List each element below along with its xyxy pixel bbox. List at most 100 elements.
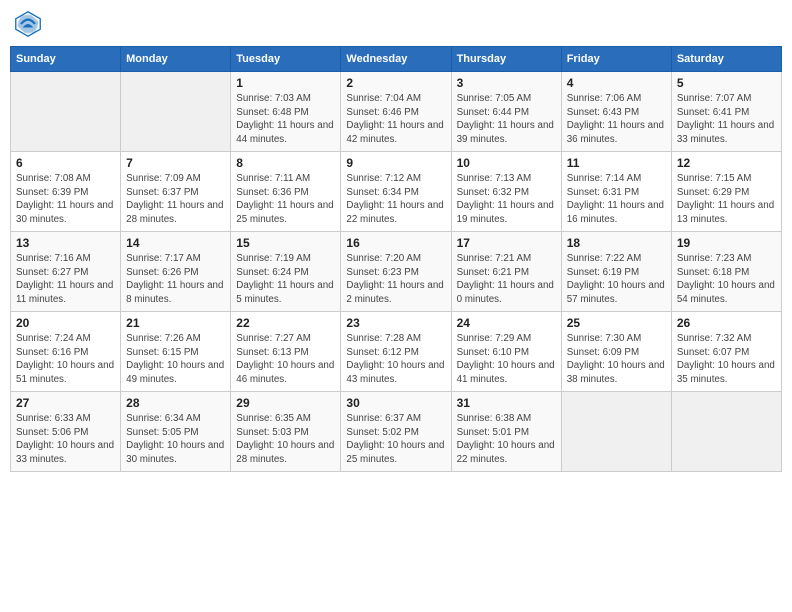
day-info: Sunrise: 7:14 AM Sunset: 6:31 PM Dayligh…	[567, 172, 666, 227]
calendar-cell: 24 Sunrise: 7:29 AM Sunset: 6:10 PM Dayli…	[451, 312, 561, 392]
calendar-cell: 17 Sunrise: 7:21 AM Sunset: 6:21 PM Dayli…	[451, 232, 561, 312]
day-info: Sunrise: 7:24 AM Sunset: 6:16 PM Dayligh…	[16, 332, 115, 387]
week-row-3: 13 Sunrise: 7:16 AM Sunset: 6:27 PM Dayli…	[11, 232, 782, 312]
day-number: 22	[236, 316, 335, 330]
day-number: 18	[567, 236, 666, 250]
day-number: 24	[457, 316, 556, 330]
day-info: Sunrise: 7:03 AM Sunset: 6:48 PM Dayligh…	[236, 92, 335, 147]
calendar-cell: 16 Sunrise: 7:20 AM Sunset: 6:23 PM Dayli…	[341, 232, 451, 312]
day-info: Sunrise: 7:27 AM Sunset: 6:13 PM Dayligh…	[236, 332, 335, 387]
calendar-cell: 23Sunrise: 7:28 AM Sunset: 6:12 PM Dayli…	[341, 312, 451, 392]
col-header-sunday: Sunday	[11, 47, 121, 72]
day-info: Sunrise: 6:34 AM Sunset: 5:05 PM Dayligh…	[126, 412, 225, 467]
col-header-wednesday: Wednesday	[341, 47, 451, 72]
calendar-cell: 25 Sunrise: 7:30 AM Sunset: 6:09 PM Dayli…	[561, 312, 671, 392]
day-number: 10	[457, 156, 556, 170]
day-info: Sunrise: 7:22 AM Sunset: 6:19 PM Dayligh…	[567, 252, 666, 307]
day-number: 16	[346, 236, 445, 250]
day-info: Sunrise: 7:17 AM Sunset: 6:26 PM Dayligh…	[126, 252, 225, 307]
calendar-cell: 1Sunrise: 7:03 AM Sunset: 6:48 PM Daylig…	[231, 72, 341, 152]
calendar-cell: 9Sunrise: 7:12 AM Sunset: 6:34 PM Daylig…	[341, 152, 451, 232]
day-info: Sunrise: 7:20 AM Sunset: 6:23 PM Dayligh…	[346, 252, 445, 307]
calendar-cell	[561, 392, 671, 472]
day-info: Sunrise: 6:33 AM Sunset: 5:06 PM Dayligh…	[16, 412, 115, 467]
day-number: 23	[346, 316, 445, 330]
calendar-cell: 12 Sunrise: 7:15 AM Sunset: 6:29 PM Dayli…	[671, 152, 781, 232]
calendar-cell: 8 Sunrise: 7:11 AM Sunset: 6:36 PM Daylig…	[231, 152, 341, 232]
calendar-cell: 27 Sunrise: 6:33 AM Sunset: 5:06 PM Dayli…	[11, 392, 121, 472]
day-number: 6	[16, 156, 115, 170]
calendar-cell: 18 Sunrise: 7:22 AM Sunset: 6:19 PM Dayli…	[561, 232, 671, 312]
day-number: 25	[567, 316, 666, 330]
week-row-5: 27 Sunrise: 6:33 AM Sunset: 5:06 PM Dayli…	[11, 392, 782, 472]
day-number: 12	[677, 156, 776, 170]
calendar-cell: 28 Sunrise: 6:34 AM Sunset: 5:05 PM Dayli…	[121, 392, 231, 472]
calendar-cell: 21Sunrise: 7:26 AM Sunset: 6:15 PM Dayli…	[121, 312, 231, 392]
calendar-cell: 20 Sunrise: 7:24 AM Sunset: 6:16 PM Dayli…	[11, 312, 121, 392]
calendar-cell: 6 Sunrise: 7:08 AM Sunset: 6:39 PM Daylig…	[11, 152, 121, 232]
day-info: Sunrise: 7:05 AM Sunset: 6:44 PM Dayligh…	[457, 92, 556, 147]
day-number: 15	[236, 236, 335, 250]
day-info: Sunrise: 7:07 AM Sunset: 6:41 PM Dayligh…	[677, 92, 776, 147]
col-header-monday: Monday	[121, 47, 231, 72]
day-number: 14	[126, 236, 225, 250]
calendar-cell	[671, 392, 781, 472]
day-number: 2	[346, 76, 445, 90]
calendar-cell: 15Sunrise: 7:19 AM Sunset: 6:24 PM Dayli…	[231, 232, 341, 312]
calendar-table: SundayMondayTuesdayWednesdayThursdayFrid…	[10, 46, 782, 472]
day-number: 30	[346, 396, 445, 410]
calendar-cell: 31 Sunrise: 6:38 AM Sunset: 5:01 PM Dayli…	[451, 392, 561, 472]
day-info: Sunrise: 7:21 AM Sunset: 6:21 PM Dayligh…	[457, 252, 556, 307]
calendar-cell	[121, 72, 231, 152]
day-info: Sunrise: 6:35 AM Sunset: 5:03 PM Dayligh…	[236, 412, 335, 467]
calendar-cell: 2 Sunrise: 7:04 AM Sunset: 6:46 PM Daylig…	[341, 72, 451, 152]
day-info: Sunrise: 7:23 AM Sunset: 6:18 PM Dayligh…	[677, 252, 776, 307]
calendar-cell: 26 Sunrise: 7:32 AM Sunset: 6:07 PM Dayli…	[671, 312, 781, 392]
calendar-cell	[11, 72, 121, 152]
calendar-cell: 29 Sunrise: 6:35 AM Sunset: 5:03 PM Dayli…	[231, 392, 341, 472]
day-info: Sunrise: 7:12 AM Sunset: 6:34 PM Dayligh…	[346, 172, 445, 227]
day-number: 17	[457, 236, 556, 250]
day-number: 26	[677, 316, 776, 330]
day-number: 8	[236, 156, 335, 170]
day-info: Sunrise: 6:38 AM Sunset: 5:01 PM Dayligh…	[457, 412, 556, 467]
calendar-cell: 19 Sunrise: 7:23 AM Sunset: 6:18 PM Dayli…	[671, 232, 781, 312]
day-info: Sunrise: 7:06 AM Sunset: 6:43 PM Dayligh…	[567, 92, 666, 147]
day-number: 7	[126, 156, 225, 170]
day-info: Sunrise: 7:26 AM Sunset: 6:15 PM Dayligh…	[126, 332, 225, 387]
day-number: 19	[677, 236, 776, 250]
week-row-4: 20 Sunrise: 7:24 AM Sunset: 6:16 PM Dayli…	[11, 312, 782, 392]
calendar-cell: 14 Sunrise: 7:17 AM Sunset: 6:26 PM Dayli…	[121, 232, 231, 312]
page-header	[10, 10, 782, 38]
day-number: 4	[567, 76, 666, 90]
day-number: 27	[16, 396, 115, 410]
calendar-cell: 22 Sunrise: 7:27 AM Sunset: 6:13 PM Dayli…	[231, 312, 341, 392]
day-number: 20	[16, 316, 115, 330]
day-number: 13	[16, 236, 115, 250]
day-info: Sunrise: 7:13 AM Sunset: 6:32 PM Dayligh…	[457, 172, 556, 227]
day-info: Sunrise: 7:16 AM Sunset: 6:27 PM Dayligh…	[16, 252, 115, 307]
calendar-cell: 4 Sunrise: 7:06 AM Sunset: 6:43 PM Daylig…	[561, 72, 671, 152]
calendar-header-row: SundayMondayTuesdayWednesdayThursdayFrid…	[11, 47, 782, 72]
day-number: 11	[567, 156, 666, 170]
col-header-saturday: Saturday	[671, 47, 781, 72]
calendar-cell: 11 Sunrise: 7:14 AM Sunset: 6:31 PM Dayli…	[561, 152, 671, 232]
calendar-cell: 3Sunrise: 7:05 AM Sunset: 6:44 PM Daylig…	[451, 72, 561, 152]
day-number: 28	[126, 396, 225, 410]
day-info: Sunrise: 7:08 AM Sunset: 6:39 PM Dayligh…	[16, 172, 115, 227]
day-number: 29	[236, 396, 335, 410]
col-header-thursday: Thursday	[451, 47, 561, 72]
day-info: Sunrise: 7:29 AM Sunset: 6:10 PM Dayligh…	[457, 332, 556, 387]
calendar-cell: 30 Sunrise: 6:37 AM Sunset: 5:02 PM Dayli…	[341, 392, 451, 472]
day-info: Sunrise: 7:30 AM Sunset: 6:09 PM Dayligh…	[567, 332, 666, 387]
day-info: Sunrise: 7:15 AM Sunset: 6:29 PM Dayligh…	[677, 172, 776, 227]
day-number: 5	[677, 76, 776, 90]
day-info: Sunrise: 6:37 AM Sunset: 5:02 PM Dayligh…	[346, 412, 445, 467]
calendar-cell: 10 Sunrise: 7:13 AM Sunset: 6:32 PM Dayli…	[451, 152, 561, 232]
day-info: Sunrise: 7:11 AM Sunset: 6:36 PM Dayligh…	[236, 172, 335, 227]
logo	[14, 10, 46, 38]
day-info: Sunrise: 7:04 AM Sunset: 6:46 PM Dayligh…	[346, 92, 445, 147]
day-number: 31	[457, 396, 556, 410]
calendar-cell: 13 Sunrise: 7:16 AM Sunset: 6:27 PM Dayli…	[11, 232, 121, 312]
day-info: Sunrise: 7:32 AM Sunset: 6:07 PM Dayligh…	[677, 332, 776, 387]
